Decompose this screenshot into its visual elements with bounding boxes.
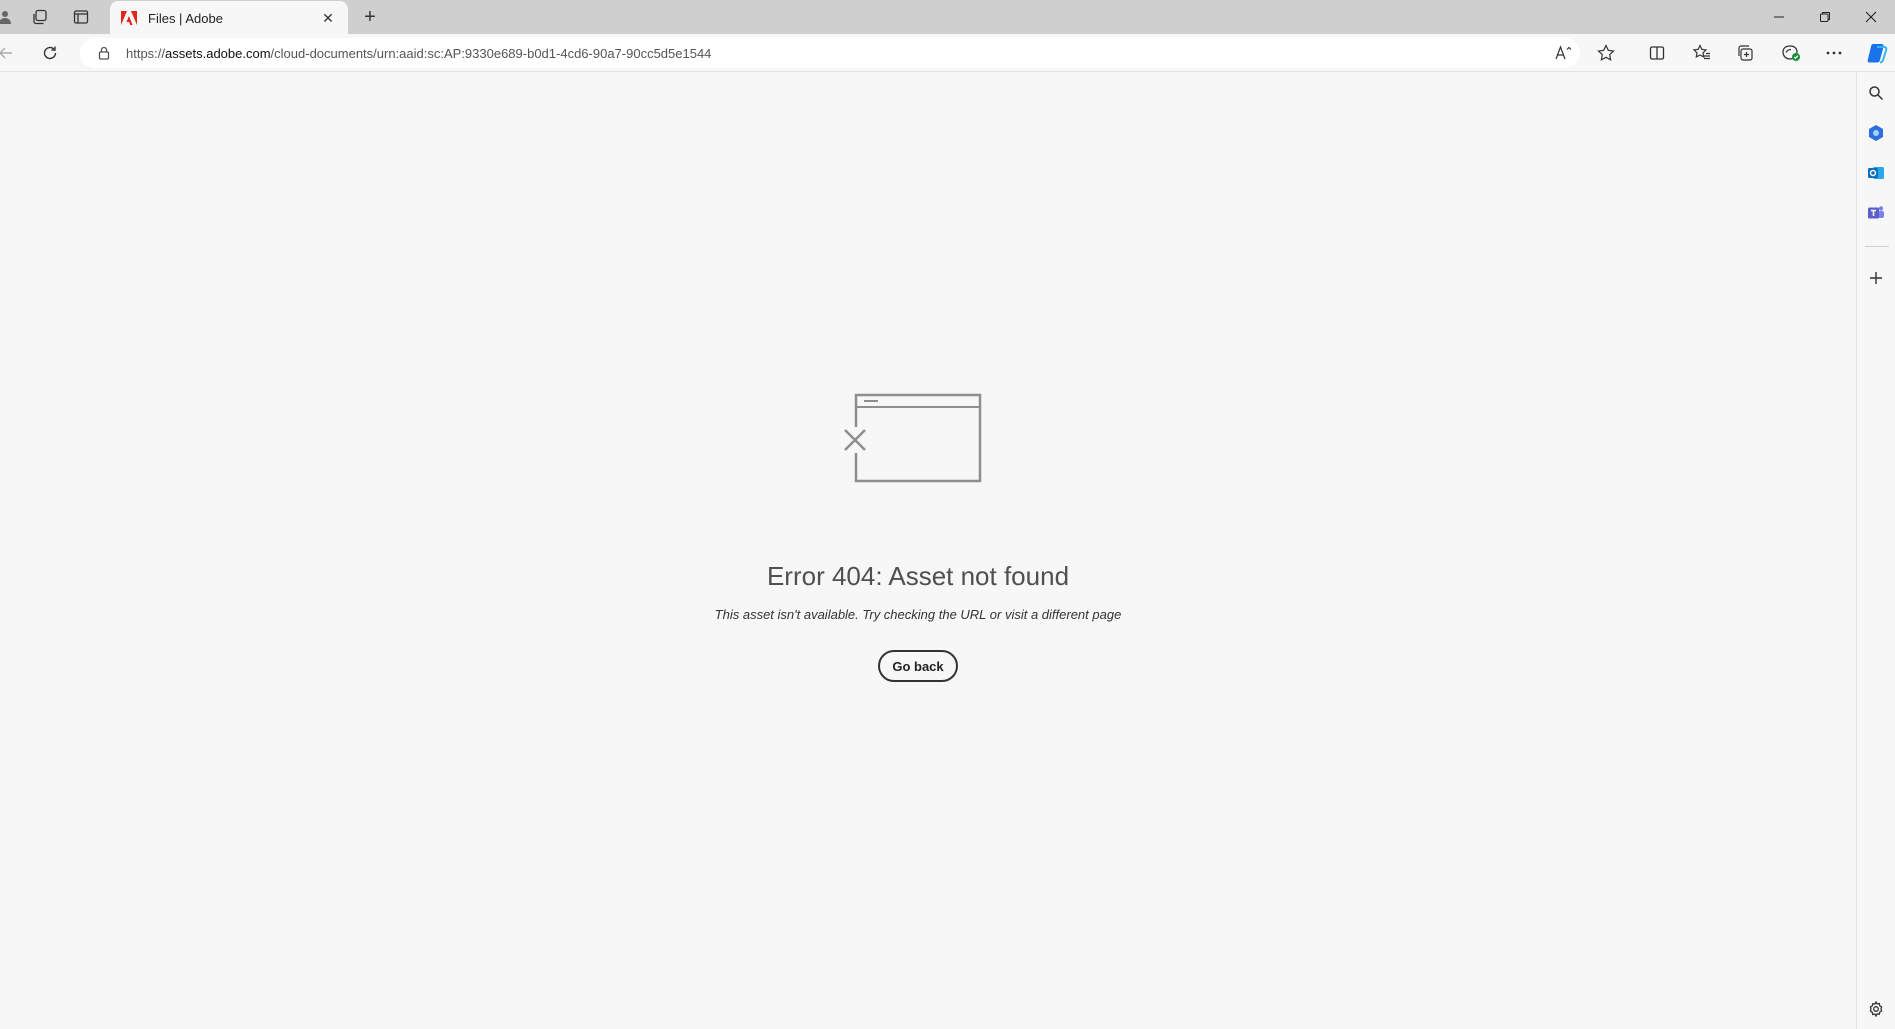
tab-files-adobe[interactable]: Files | Adobe ✕ (110, 1, 348, 35)
tab-strip: Files | Adobe ✕ + (0, 0, 1895, 35)
add-icon[interactable] (1862, 264, 1890, 292)
adobe-icon (120, 9, 138, 27)
error-message: This asset isn't available. Try checking… (714, 607, 1122, 622)
profile-icon[interactable] (0, 5, 18, 29)
new-tab-button[interactable]: + (356, 5, 384, 29)
vertical-tabs-icon[interactable] (68, 5, 94, 29)
more-icon[interactable] (1820, 39, 1848, 67)
tab-title: Files | Adobe (148, 10, 223, 26)
favorite-star-icon[interactable] (1592, 39, 1620, 67)
search-icon[interactable] (1862, 79, 1890, 107)
url-path: /cloud-documents/urn:aaid:sc:AP:9330e689… (270, 45, 712, 61)
outlook-icon[interactable] (1862, 159, 1890, 187)
browser-window: Files | Adobe ✕ + https://assets.adobe.c… (0, 0, 1895, 1029)
teams-icon[interactable] (1862, 199, 1890, 227)
copilot-icon[interactable] (1863, 39, 1891, 67)
url-host: assets.adobe.com (165, 45, 271, 61)
copilot-apps-icon[interactable] (1862, 119, 1890, 147)
browser-toolbar: https://assets.adobe.com/cloud-documents… (0, 34, 1895, 72)
url-scheme: https:// (126, 45, 166, 61)
go-back-button[interactable]: Go back (878, 650, 958, 682)
page-content: Error 404: Asset not found This asset is… (0, 72, 1855, 1029)
url-text: https://assets.adobe.com/cloud-documents… (126, 46, 711, 61)
minimize-icon[interactable] (1756, 0, 1802, 34)
back-icon[interactable] (0, 39, 20, 67)
split-screen-icon[interactable] (1643, 39, 1671, 67)
browser-essentials-icon[interactable] (1777, 39, 1805, 67)
collections-icon[interactable] (1731, 39, 1759, 67)
workspaces-icon[interactable] (27, 5, 53, 29)
settings-icon[interactable] (1862, 995, 1890, 1023)
address-bar[interactable]: https://assets.adobe.com/cloud-documents… (80, 38, 1580, 68)
edge-sidebar (1856, 72, 1895, 1029)
restore-icon[interactable] (1802, 0, 1848, 34)
read-aloud-icon[interactable] (1550, 39, 1578, 67)
favorites-icon[interactable] (1688, 39, 1716, 67)
lock-icon[interactable] (96, 45, 112, 61)
error-title: Error 404: Asset not found (766, 561, 1070, 591)
broken-window-illustration-icon (842, 393, 982, 483)
tab-close-icon[interactable]: ✕ (318, 8, 338, 28)
refresh-icon[interactable] (36, 39, 64, 67)
close-icon[interactable] (1848, 0, 1894, 34)
